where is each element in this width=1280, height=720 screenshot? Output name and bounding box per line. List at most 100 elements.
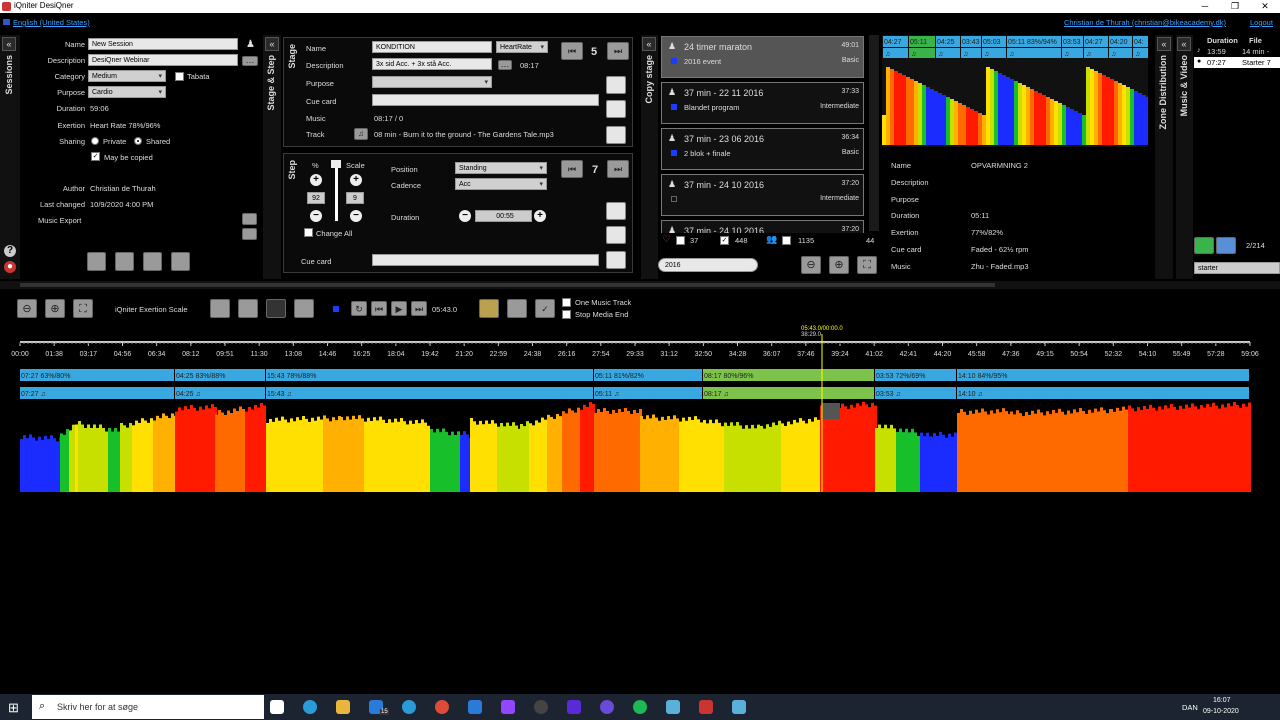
zoom-in-icon[interactable]: ⊕ xyxy=(829,256,849,274)
chrome-icon[interactable] xyxy=(435,700,449,714)
forward-icon[interactable]: ⏭ xyxy=(411,301,427,316)
position-select[interactable]: Standing xyxy=(455,162,547,174)
music-row[interactable]: ● 07:27 Starter 7 xyxy=(1194,57,1280,68)
slider-handle[interactable] xyxy=(331,160,341,168)
scale-plus-icon[interactable]: + xyxy=(350,174,362,186)
copy-stage-item[interactable]: ♟ 37 min - 22 11 2016 37:33 Blandet prog… xyxy=(661,82,864,124)
help-icon[interactable]: ? xyxy=(4,245,16,257)
copy-stage-tab[interactable]: Copy stage xyxy=(644,55,654,104)
private-radio[interactable] xyxy=(91,137,99,145)
change-all-checkbox[interactable] xyxy=(304,228,313,237)
track-icon[interactable]: ♫ xyxy=(354,128,368,140)
copy-stage-item[interactable]: ♟ 24 timer maraton 49:01 2016 event Basi… xyxy=(661,36,864,78)
app-icon-12[interactable] xyxy=(666,700,680,714)
language-link[interactable]: English (United States) xyxy=(13,18,90,27)
timeline-zoom-out-icon[interactable]: ⊖ xyxy=(17,299,37,318)
fit-icon[interactable]: ⛶ xyxy=(857,256,877,274)
close-icon[interactable]: ✕ xyxy=(1254,0,1276,13)
filter1-checkbox[interactable] xyxy=(676,236,685,245)
tool3-button[interactable] xyxy=(266,299,286,318)
scale-value[interactable]: 9 xyxy=(346,192,364,204)
check-button[interactable]: ✓ xyxy=(535,299,555,318)
stage-add-button[interactable] xyxy=(606,76,626,94)
user-link[interactable]: Christian de Thurah (christian@bikeacade… xyxy=(1064,18,1226,27)
category-select[interactable]: Medium xyxy=(88,70,166,82)
copy-checkbox[interactable]: ✓ xyxy=(91,152,100,161)
step-cue-input[interactable] xyxy=(372,254,599,266)
music-segment[interactable] xyxy=(957,387,1249,399)
step-copy-button[interactable] xyxy=(606,226,626,244)
session-name-input[interactable]: New Session xyxy=(88,38,238,50)
percent-minus-icon[interactable]: − xyxy=(310,210,322,222)
record-icon[interactable]: ● xyxy=(4,261,16,273)
stage-description-input[interactable]: 3x sid Acc. + 3x stå Acc. xyxy=(372,58,492,70)
teamviewer-icon[interactable] xyxy=(402,700,416,714)
step-add-button[interactable] xyxy=(606,202,626,220)
task-view-icon[interactable] xyxy=(270,700,284,714)
zoom-out-icon[interactable]: ⊖ xyxy=(801,256,821,274)
collapse-stage-icon[interactable]: « xyxy=(265,37,279,51)
stage-copy-button[interactable] xyxy=(606,100,626,118)
step-duration-input[interactable]: 00:55 xyxy=(475,210,532,222)
app-icon-8[interactable] xyxy=(534,700,548,714)
stage-more-button[interactable]: … xyxy=(498,60,512,70)
spotify-icon[interactable] xyxy=(633,700,647,714)
music-tool-button[interactable] xyxy=(507,299,527,318)
session-description-input[interactable]: DesiQner Webinar xyxy=(88,54,238,66)
copy-stage-item[interactable]: ♟ 37 min - 24 10 2016 37:20 xyxy=(661,220,864,233)
music-video-tab[interactable]: Music & Video xyxy=(1179,55,1189,116)
edge-icon[interactable] xyxy=(303,700,317,714)
prev-step-button[interactable]: ⏮ xyxy=(561,160,583,178)
copy-search-input[interactable]: 2016 xyxy=(658,258,758,272)
tabata-checkbox[interactable] xyxy=(175,72,184,81)
obs-icon[interactable] xyxy=(567,700,581,714)
percent-value[interactable]: 92 xyxy=(307,192,325,204)
selected-step[interactable] xyxy=(822,403,840,419)
cadence-select[interactable]: Acc xyxy=(455,178,547,190)
play-button[interactable]: ▶ xyxy=(391,301,407,316)
video-icon[interactable] xyxy=(1216,237,1236,254)
horizontal-scrollbar[interactable] xyxy=(0,281,1280,289)
export-settings-icon[interactable] xyxy=(242,228,257,240)
zone-distribution-tab[interactable]: Zone Distribution xyxy=(1158,55,1168,130)
scrollbar-thumb[interactable] xyxy=(20,283,995,287)
app-icon-10[interactable] xyxy=(600,700,614,714)
timeline-fit-icon[interactable]: ⛶ xyxy=(73,299,93,318)
windows-icon[interactable]: ⊞ xyxy=(8,700,19,716)
stage-delete-button[interactable] xyxy=(606,126,626,144)
purpose-select[interactable]: Cardio xyxy=(88,86,166,98)
language-indicator[interactable]: DAN xyxy=(1182,703,1198,712)
music-row[interactable]: ♪ 13:59 14 min - xyxy=(1194,46,1280,57)
logout-link[interactable]: Logout xyxy=(1250,18,1273,27)
one-music-checkbox[interactable] xyxy=(562,298,571,307)
print-button[interactable] xyxy=(87,252,106,271)
collapse-music-icon[interactable]: « xyxy=(1177,37,1191,51)
tool4-button[interactable] xyxy=(294,299,314,318)
scale-minus-icon[interactable]: − xyxy=(350,210,362,222)
stage-purpose-select[interactable] xyxy=(372,76,492,88)
copy-stage-item[interactable]: ♟ 37 min - 24 10 2016 37:20 Intermediate xyxy=(661,174,864,216)
explorer-icon[interactable] xyxy=(336,700,350,714)
zoom-icon[interactable] xyxy=(468,700,482,714)
save-session-button[interactable] xyxy=(143,252,162,271)
export-icon[interactable] xyxy=(242,213,257,225)
prev-stage-button[interactable]: ⏮ xyxy=(561,42,583,60)
stage-type-select[interactable]: HeartRate xyxy=(496,41,548,53)
delete-session-button[interactable] xyxy=(171,252,190,271)
stage-cue-input[interactable] xyxy=(372,94,599,106)
collapse-copy-icon[interactable]: « xyxy=(642,37,656,51)
stop-media-checkbox[interactable] xyxy=(562,310,571,319)
person-icon[interactable]: ♟ xyxy=(246,39,255,50)
filter2-checkbox[interactable]: ✓ xyxy=(720,236,729,245)
step-delete-button[interactable] xyxy=(606,251,626,269)
maximize-icon[interactable]: ❐ xyxy=(1224,0,1246,13)
loop-icon[interactable]: ↻ xyxy=(351,301,367,316)
collapse-zone-icon[interactable]: « xyxy=(1157,37,1171,51)
next-stage-button[interactable]: ⏭ xyxy=(607,42,629,60)
percent-slider[interactable] xyxy=(335,161,338,221)
new-session-button[interactable] xyxy=(115,252,134,271)
timeline-zoom-in-icon[interactable]: ⊕ xyxy=(45,299,65,318)
marker-button[interactable] xyxy=(479,299,499,318)
duration-plus-icon[interactable]: + xyxy=(534,210,546,222)
music-search-input[interactable]: starter xyxy=(1194,262,1280,274)
